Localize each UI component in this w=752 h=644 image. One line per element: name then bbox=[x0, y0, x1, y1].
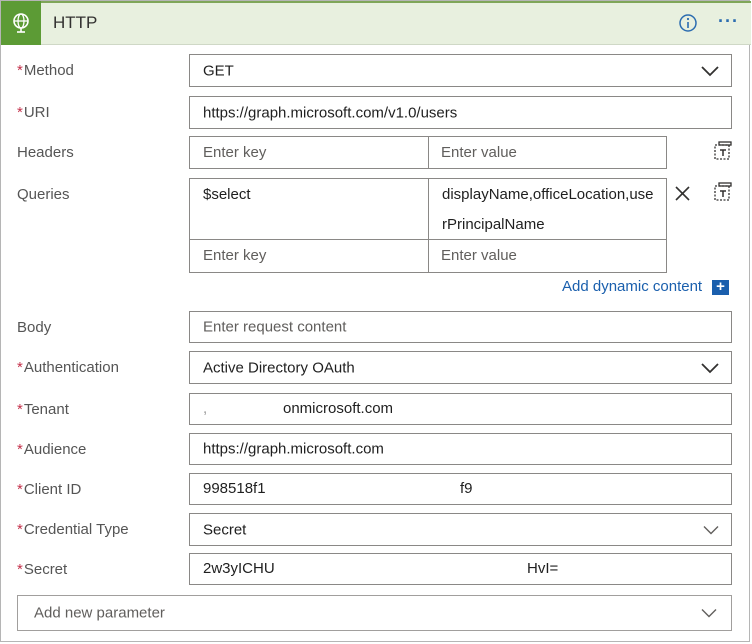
client-id-label: *Client ID bbox=[17, 481, 82, 498]
client-id-value-start: 998518f1 bbox=[203, 480, 266, 497]
audience-label: *Audience bbox=[17, 441, 87, 458]
tenant-value: onmicrosoft.com bbox=[283, 400, 394, 417]
query-value-line1[interactable]: displayName,officeLocation,use bbox=[442, 186, 654, 203]
method-value: GET bbox=[203, 62, 234, 79]
tenant-input[interactable]: , onmicrosoft.com bbox=[189, 393, 732, 425]
query-value-input[interactable]: Enter value bbox=[441, 247, 517, 264]
add-dynamic-content-link[interactable]: Add dynamic content bbox=[562, 278, 702, 295]
uri-label: *URI bbox=[17, 104, 50, 121]
method-select[interactable]: GET bbox=[189, 54, 732, 87]
body-placeholder: Enter request content bbox=[203, 318, 347, 336]
query-value-line2[interactable]: rPrincipalName bbox=[442, 216, 545, 233]
add-new-parameter-select[interactable]: Add new parameter bbox=[17, 595, 732, 631]
header-value-input[interactable]: Enter value bbox=[441, 144, 517, 161]
chevron-down-icon bbox=[701, 609, 717, 618]
body-label: Body bbox=[17, 319, 52, 336]
secret-value-start: 2w3yICHU bbox=[203, 560, 275, 577]
uri-value: https://graph.microsoft.com/v1.0/users bbox=[203, 104, 458, 121]
authentication-select[interactable]: Active Directory OAuth bbox=[189, 351, 732, 384]
audience-input[interactable]: https://graph.microsoft.com bbox=[189, 433, 732, 465]
secret-value-end: HvI= bbox=[527, 560, 559, 577]
globe-icon bbox=[1, 1, 41, 45]
info-icon[interactable] bbox=[679, 14, 697, 32]
chevron-down-icon bbox=[701, 362, 719, 373]
query-key-input[interactable]: Enter key bbox=[203, 247, 266, 264]
plus-icon[interactable]: + bbox=[712, 279, 729, 295]
secret-input[interactable]: 2w3yICHU HvI= bbox=[189, 553, 732, 585]
chevron-down-icon bbox=[701, 65, 719, 76]
credential-type-select[interactable]: Secret bbox=[189, 513, 732, 546]
http-action-card: HTTP ··· *Method GET *URI https://graph.… bbox=[0, 0, 751, 642]
query-key-select[interactable]: $select bbox=[203, 186, 251, 203]
add-new-parameter-placeholder: Add new parameter bbox=[34, 604, 165, 622]
body-input[interactable]: Enter request content bbox=[189, 311, 732, 343]
action-title: HTTP bbox=[53, 13, 98, 32]
uri-input[interactable]: https://graph.microsoft.com/v1.0/users bbox=[189, 96, 732, 129]
tenant-label: *Tenant bbox=[17, 401, 69, 418]
copy-table-icon[interactable] bbox=[713, 141, 733, 161]
authentication-value: Active Directory OAuth bbox=[203, 359, 355, 376]
more-icon[interactable]: ··· bbox=[718, 11, 739, 32]
chevron-down-icon bbox=[703, 525, 719, 534]
header-accent-bar bbox=[1, 1, 751, 3]
credential-type-value: Secret bbox=[203, 521, 247, 538]
queries-row-divider bbox=[190, 239, 666, 240]
queries-table: $select displayName,officeLocation,use r… bbox=[189, 178, 667, 273]
queries-divider bbox=[428, 179, 429, 272]
copy-table-icon[interactable] bbox=[713, 182, 733, 202]
headers-table: Enter key Enter value bbox=[189, 136, 667, 169]
queries-label: Queries bbox=[17, 186, 70, 203]
method-label: *Method bbox=[17, 62, 74, 79]
headers-label: Headers bbox=[17, 144, 74, 161]
authentication-label: *Authentication bbox=[17, 359, 119, 376]
secret-label: *Secret bbox=[17, 561, 68, 578]
credential-type-label: *Credential Type bbox=[17, 521, 129, 538]
headers-divider bbox=[428, 137, 429, 168]
close-icon[interactable] bbox=[674, 185, 691, 202]
client-id-value-end: f9 bbox=[460, 480, 473, 497]
header-key-input[interactable]: Enter key bbox=[203, 144, 266, 161]
audience-value: https://graph.microsoft.com bbox=[203, 440, 384, 458]
tenant-redacted-mark: , bbox=[203, 400, 208, 417]
action-header[interactable]: HTTP ··· bbox=[1, 1, 751, 45]
client-id-input[interactable]: 998518f1 f9 bbox=[189, 473, 732, 505]
